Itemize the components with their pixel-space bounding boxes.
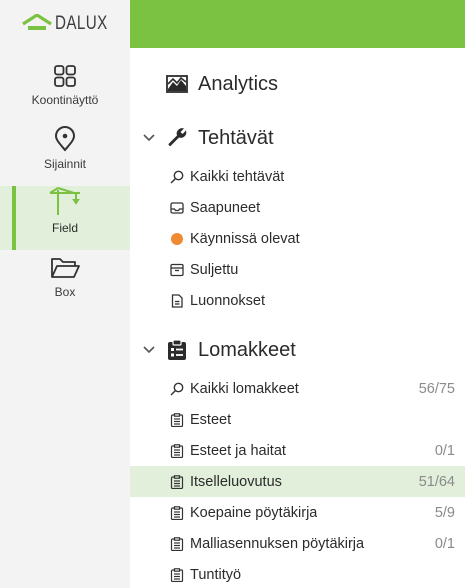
sidebar-item-koontinaytto[interactable]: Koontinäyttö [0,58,130,122]
list-item-label: Tuntityö [190,566,242,583]
list-item[interactable]: Malliasennuksen pöytäkirja 0/1 [130,528,465,559]
sidebar-item-label: Box [54,285,76,299]
search-icon [168,168,186,186]
list-item-count: 51/64 [418,473,455,490]
dalux-roof-icon [22,14,52,34]
list-item[interactable]: Luonnokset [130,285,465,316]
nav-analytics[interactable]: Analytics [130,66,465,102]
nav-section-tasks[interactable]: Tehtävät [130,120,465,156]
crane-icon [48,186,82,216]
list-item[interactable]: Käynnissä olevat [130,223,465,254]
app-sidebar: DALUX Koontinäyttö Sijainnit Field Box [0,0,130,588]
field-navigation: Analytics Tehtävät Kaikki tehtävät Saapu… [130,48,465,588]
list-item[interactable]: Esteet ja haitat 0/1 [130,435,465,466]
logo-text: DALUX [55,13,108,34]
folder-open-icon [50,250,80,280]
chevron-down-icon[interactable] [136,346,162,354]
dalux-logo[interactable]: DALUX [0,0,130,48]
sidebar-item-label: Field [51,221,78,235]
list-item[interactable]: Kaikki tehtävät [130,161,465,192]
list-item[interactable]: Saapuneet [130,192,465,223]
sidebar-item-label: Koontinäyttö [31,93,99,107]
sidebar-item-field[interactable]: Field [0,186,130,250]
list-item-label: Esteet ja haitat [190,442,286,459]
list-item-label: Itselleluovutus [190,473,282,490]
dashboard-grid-icon [53,58,77,88]
form-clipboard-icon [168,411,186,429]
nav-section-forms[interactable]: Lomakkeet [130,332,465,368]
list-item-label: Malliasennuksen pöytäkirja [190,535,365,552]
list-item-count: 0/1 [434,442,455,459]
sidebar-item-sijainnit[interactable]: Sijainnit [0,122,130,186]
list-item-label: Esteet [190,411,232,428]
form-clipboard-icon [168,473,186,491]
form-clipboard-icon [168,442,186,460]
sidebar-item-label: Sijainnit [43,157,87,171]
wrench-icon [162,127,192,149]
form-clipboard-icon [168,535,186,553]
archive-box-icon [168,261,186,279]
list-item-label: Kaikki tehtävät [190,168,285,185]
list-item[interactable]: Tuntityö [130,559,465,588]
list-item-count: 0/1 [434,535,455,552]
list-item[interactable]: Esteet [130,404,465,435]
list-item-label: Saapuneet [190,199,261,216]
nav-analytics-label: Analytics [198,72,279,95]
chevron-down-icon[interactable] [136,134,162,142]
location-pin-icon [54,122,76,152]
list-item-label: Luonnokset [190,292,265,309]
nav-section-label: Lomakkeet [198,338,296,361]
list-item-label: Käynnissä olevat [190,230,300,247]
nav-section-label: Tehtävät [198,126,274,149]
list-item-label: Suljettu [190,261,239,278]
list-item[interactable]: Koepaine pöytäkirja 5/9 [130,497,465,528]
list-item-label: Kaikki lomakkeet [190,380,299,397]
list-item-count: 56/75 [418,380,455,397]
list-item[interactable]: Suljettu [130,254,465,285]
clipboard-icon [162,339,192,361]
list-item-label: Koepaine pöytäkirja [190,504,318,521]
search-icon [168,380,186,398]
draft-document-icon [168,292,186,310]
orange-dot-icon [168,230,186,248]
list-item-selected[interactable]: Itselleluovutus 51/64 [130,466,465,497]
list-item[interactable]: Kaikki lomakkeet 56/75 [130,373,465,404]
form-clipboard-icon [168,504,186,522]
chart-area-icon [162,75,192,93]
inbox-icon [168,199,186,217]
top-bar [130,0,465,48]
sidebar-item-box[interactable]: Box [0,250,130,314]
form-clipboard-icon [168,566,186,584]
list-item-count: 5/9 [434,504,455,521]
